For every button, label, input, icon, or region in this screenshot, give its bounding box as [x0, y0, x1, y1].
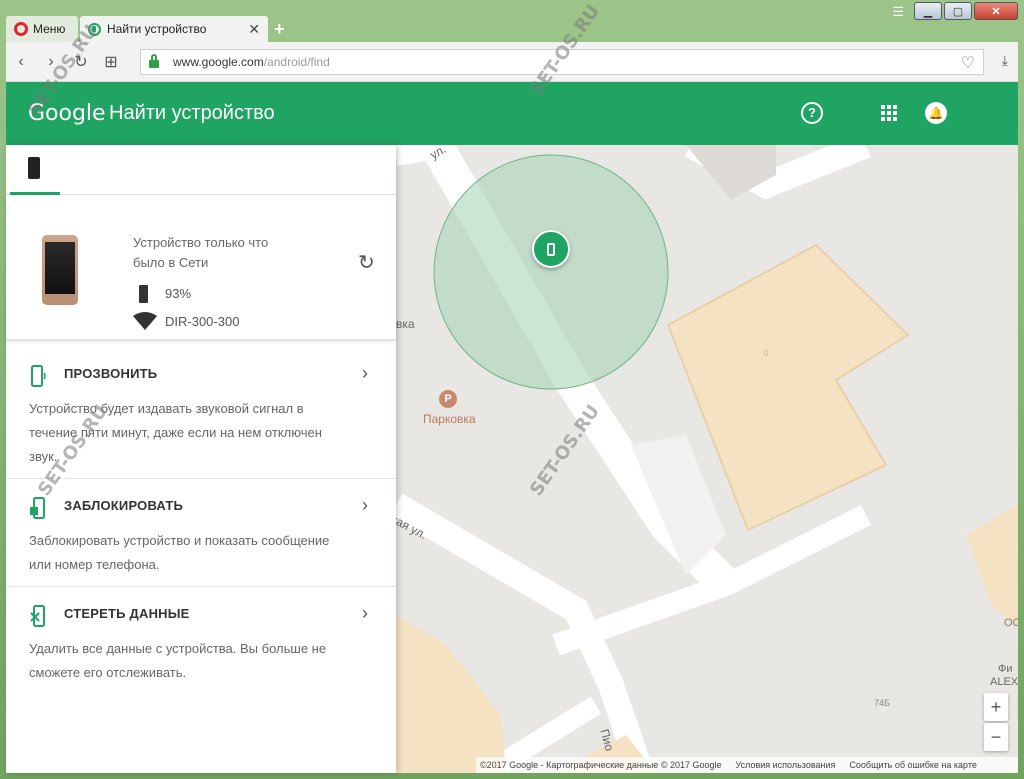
battery-icon	[139, 285, 148, 303]
device-image	[42, 235, 78, 305]
map-view[interactable]: ул. вка кая ул. Пио 0 ОС Фи ALEX 74Б P П…	[396, 145, 1018, 773]
erase-device-icon	[30, 605, 45, 627]
close-window-button[interactable]: ✕	[974, 2, 1018, 20]
page-title: Найти устройство	[109, 102, 275, 124]
tab-find-device[interactable]: Найти устройство ✕	[80, 16, 268, 42]
opera-logo-icon	[14, 22, 28, 36]
action-lock[interactable]: ЗАБЛОКИРОВАТЬ › Заблокировать устройство…	[6, 479, 396, 587]
device-status: Устройство только что было в Сети	[133, 235, 269, 270]
action-description: Заблокировать устройство и показать сооб…	[29, 533, 330, 572]
device-tabs	[6, 145, 396, 195]
bookmark-heart-icon[interactable]: ♡	[961, 53, 975, 73]
lock-icon	[149, 54, 159, 68]
map-canvas	[396, 145, 1018, 773]
window-controls: ▁ ▢ ✕	[914, 2, 1018, 20]
tab-menu-icon[interactable]: ☰	[892, 4, 904, 20]
refresh-icon[interactable]: ↻	[358, 250, 375, 275]
map-label-vka: вка	[396, 317, 415, 331]
action-erase[interactable]: СТЕРЕТЬ ДАННЫЕ › Удалить все данные с ус…	[6, 587, 396, 697]
new-tab-button[interactable]: +	[274, 19, 285, 40]
chevron-right-icon[interactable]: ›	[362, 363, 368, 384]
zoom-out-button[interactable]: −	[984, 723, 1008, 751]
report-error-link[interactable]: Сообщить об ошибке на карте	[849, 760, 976, 770]
location-accuracy-circle	[433, 154, 669, 390]
map-building	[396, 615, 506, 773]
phone-icon	[547, 242, 555, 256]
app-header: Google Найти устройство ? 🔔	[6, 82, 1018, 145]
map-footer: ©2017 Google - Картографические данные ©…	[476, 757, 1018, 773]
map-label-74b: 74Б	[874, 698, 890, 708]
device-tab[interactable]	[10, 145, 60, 195]
browser-toolbar: ‹ › ↻ ⊞ www.google.com/android/find ♡ ⤓	[6, 42, 1018, 82]
opera-menu-button[interactable]: Меню	[6, 16, 78, 42]
terms-link[interactable]: Условия использования	[736, 760, 836, 770]
action-title: ПРОЗВОНИТЬ	[64, 366, 158, 381]
map-label-fi: Фи	[998, 663, 1013, 675]
action-description: Удалить все данные с устройства. Вы боль…	[29, 641, 327, 680]
help-icon[interactable]: ?	[801, 102, 823, 124]
tab-title: Найти устройство	[107, 22, 207, 36]
chevron-right-icon[interactable]: ›	[362, 495, 368, 516]
lock-device-icon	[30, 497, 45, 519]
browser-window: Меню Найти устройство ✕ + ▁ ▢ ✕ ☰ ‹ › ↻ …	[0, 0, 1024, 779]
parking-label: Парковка	[423, 412, 476, 426]
apps-grid-icon[interactable]	[878, 102, 900, 124]
parking-icon[interactable]: P	[439, 390, 457, 408]
action-title: ЗАБЛОКИРОВАТЬ	[64, 498, 184, 513]
map-copyright: ©2017 Google - Картографические данные ©…	[480, 760, 722, 770]
phone-icon	[28, 157, 40, 179]
minimize-button[interactable]: ▁	[914, 2, 942, 20]
map-label-alex: ALEX	[990, 676, 1018, 688]
network-name: DIR-300-300	[165, 314, 240, 329]
url-host: www.google.com	[173, 55, 264, 69]
wifi-icon	[133, 312, 157, 330]
map-building-number: 0	[764, 349, 769, 358]
menu-label: Меню	[33, 22, 66, 36]
maximize-button[interactable]: ▢	[944, 2, 972, 20]
map-label-oc: ОС	[1004, 617, 1018, 629]
back-icon[interactable]: ‹	[6, 53, 36, 71]
device-location-pin[interactable]	[532, 230, 570, 268]
speed-dial-icon[interactable]: ⊞	[96, 52, 126, 72]
ring-device-icon	[31, 365, 46, 387]
url-path: /android/find	[263, 55, 330, 69]
chevron-right-icon[interactable]: ›	[362, 603, 368, 624]
notifications-bell-icon[interactable]: 🔔	[925, 102, 947, 124]
battery-level: 93%	[165, 286, 192, 301]
tab-bar: Меню Найти устройство ✕ + ▁ ▢ ✕ ☰	[0, 0, 1024, 42]
map-building	[966, 505, 1018, 625]
download-icon[interactable]: ⤓	[1002, 52, 1008, 69]
tab-close-icon[interactable]: ✕	[248, 21, 260, 38]
action-title: СТЕРЕТЬ ДАННЫЕ	[64, 606, 190, 621]
zoom-in-button[interactable]: +	[984, 693, 1008, 721]
